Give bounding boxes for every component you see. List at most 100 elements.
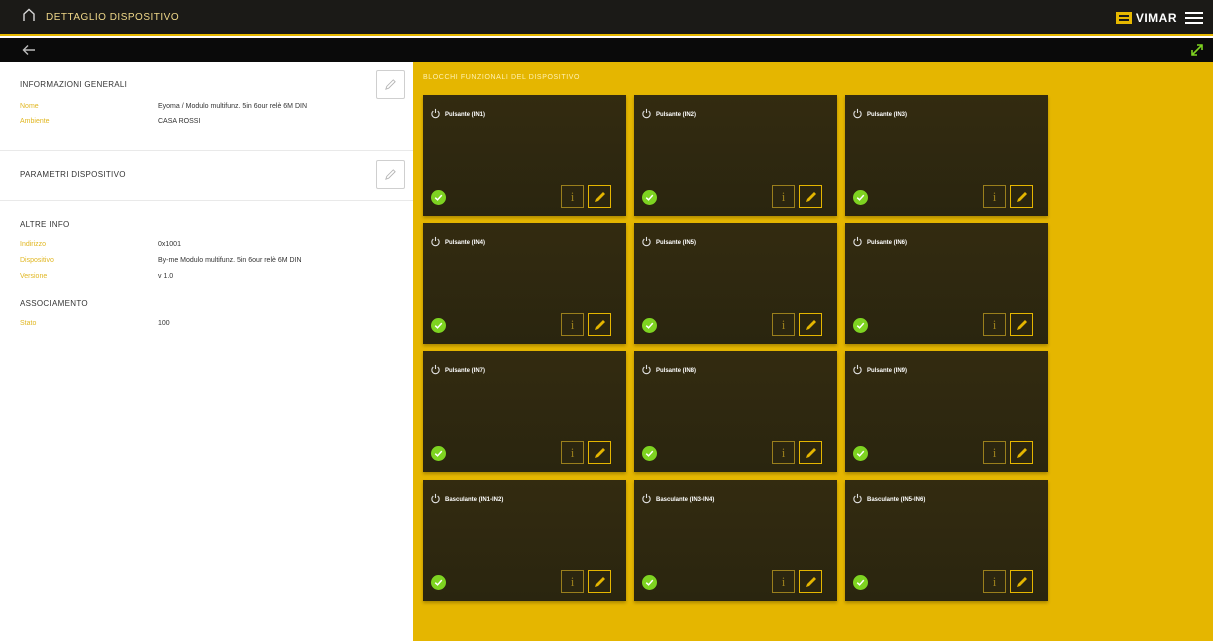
power-icon bbox=[641, 234, 652, 252]
general-info-section: INFORMAZIONI GENERALI Nome Eyoma / Modul… bbox=[0, 70, 413, 125]
pencil-icon bbox=[1016, 191, 1027, 202]
status-ok-icon bbox=[431, 575, 446, 590]
function-block-tile[interactable]: Pulsante (IN5) i bbox=[634, 223, 837, 344]
function-block-name: Pulsante (IN2) bbox=[656, 112, 697, 118]
status-ok-icon bbox=[853, 575, 868, 590]
function-block-name: Basculante (IN3-IN4) bbox=[656, 497, 715, 503]
info-icon: i bbox=[781, 574, 786, 589]
edit-block-button[interactable] bbox=[1010, 570, 1033, 593]
edit-block-button[interactable] bbox=[1010, 185, 1033, 208]
edit-parameters-button[interactable] bbox=[376, 160, 405, 189]
pencil-icon bbox=[805, 191, 816, 202]
device-parameters-title: PARAMETRI DISPOSITIVO bbox=[20, 170, 126, 179]
divider bbox=[0, 150, 413, 151]
power-icon bbox=[852, 491, 863, 509]
info-row: Versione v 1.0 bbox=[20, 273, 174, 280]
status-ok-icon bbox=[853, 190, 868, 205]
signal-title: ASSOCIAMENTO bbox=[20, 299, 88, 308]
info-icon: i bbox=[781, 317, 786, 332]
function-block-tile[interactable]: Pulsante (IN4) i bbox=[423, 223, 626, 344]
function-block-tile[interactable]: Pulsante (IN6) i bbox=[845, 223, 1048, 344]
edit-block-button[interactable] bbox=[588, 570, 611, 593]
pencil-icon bbox=[594, 447, 605, 458]
info-button[interactable]: i bbox=[561, 570, 584, 593]
info-button[interactable]: i bbox=[983, 185, 1006, 208]
info-icon: i bbox=[992, 189, 997, 204]
function-block-tile[interactable]: Pulsante (IN3) i bbox=[845, 95, 1048, 216]
divider bbox=[0, 200, 413, 201]
info-row: Nome Eyoma / Modulo multifunz. 5in 6our … bbox=[20, 103, 308, 110]
edit-block-button[interactable] bbox=[799, 570, 822, 593]
function-block-tile[interactable]: Basculante (IN5-IN6) i bbox=[845, 480, 1048, 601]
info-button[interactable]: i bbox=[561, 313, 584, 336]
power-icon bbox=[641, 491, 652, 509]
info-icon: i bbox=[992, 574, 997, 589]
status-ok-icon bbox=[431, 190, 446, 205]
vimar-logo-icon bbox=[1115, 12, 1132, 24]
power-icon bbox=[430, 362, 441, 380]
function-block-name: Basculante (IN5-IN6) bbox=[867, 497, 926, 503]
pencil-icon bbox=[805, 447, 816, 458]
function-block-name: Pulsante (IN3) bbox=[867, 112, 908, 118]
pencil-icon bbox=[1016, 319, 1027, 330]
device-parameters-section: PARAMETRI DISPOSITIVO bbox=[0, 160, 413, 189]
info-button[interactable]: i bbox=[983, 313, 1006, 336]
pencil-icon bbox=[805, 576, 816, 587]
function-block-tile[interactable]: Pulsante (IN8) i bbox=[634, 351, 837, 472]
info-button[interactable]: i bbox=[772, 441, 795, 464]
function-block-name: Pulsante (IN9) bbox=[867, 368, 908, 374]
edit-general-info-button[interactable] bbox=[376, 70, 405, 99]
power-icon bbox=[430, 491, 441, 509]
power-icon bbox=[641, 106, 652, 124]
edit-block-button[interactable] bbox=[588, 313, 611, 336]
edit-block-button[interactable] bbox=[1010, 313, 1033, 336]
info-button[interactable]: i bbox=[561, 441, 584, 464]
status-ok-icon bbox=[431, 318, 446, 333]
info-button[interactable]: i bbox=[772, 185, 795, 208]
function-block-tile[interactable]: Pulsante (IN1) i bbox=[423, 95, 626, 216]
function-block-tile[interactable]: Basculante (IN1-IN2) i bbox=[423, 480, 626, 601]
status-ok-icon bbox=[642, 190, 657, 205]
edit-block-button[interactable] bbox=[799, 441, 822, 464]
info-button[interactable]: i bbox=[772, 313, 795, 336]
function-block-name: Basculante (IN1-IN2) bbox=[445, 497, 504, 503]
edit-block-button[interactable] bbox=[1010, 441, 1033, 464]
function-block-tile[interactable]: Pulsante (IN2) i bbox=[634, 95, 837, 216]
status-ok-icon bbox=[431, 446, 446, 461]
function-block-name: Pulsante (IN5) bbox=[656, 240, 697, 246]
function-block-tile[interactable]: Basculante (IN3-IN4) i bbox=[634, 480, 837, 601]
info-icon: i bbox=[570, 445, 575, 460]
status-ok-icon bbox=[853, 318, 868, 333]
function-blocks-title: BLOCCHI FUNZIONALI DEL DISPOSITIVO bbox=[423, 74, 581, 81]
info-button[interactable]: i bbox=[561, 185, 584, 208]
function-block-name: Pulsante (IN8) bbox=[656, 368, 697, 374]
info-button[interactable]: i bbox=[772, 570, 795, 593]
edit-block-button[interactable] bbox=[799, 185, 822, 208]
info-button[interactable]: i bbox=[983, 441, 1006, 464]
power-icon bbox=[430, 234, 441, 252]
function-blocks-panel: BLOCCHI FUNZIONALI DEL DISPOSITIVO Pulsa… bbox=[413, 62, 1213, 641]
function-block-tile[interactable]: Pulsante (IN7) i bbox=[423, 351, 626, 472]
edit-block-button[interactable] bbox=[588, 441, 611, 464]
pencil-icon bbox=[594, 191, 605, 202]
info-row: Ambiente CASA ROSSI bbox=[20, 118, 201, 125]
function-block-name: Pulsante (IN6) bbox=[867, 240, 908, 246]
pencil-icon bbox=[594, 319, 605, 330]
edit-block-button[interactable] bbox=[799, 313, 822, 336]
sub-toolbar bbox=[0, 38, 1213, 62]
pencil-icon bbox=[1016, 447, 1027, 458]
info-icon: i bbox=[570, 317, 575, 332]
info-icon: i bbox=[570, 189, 575, 204]
edit-block-button[interactable] bbox=[588, 185, 611, 208]
info-button[interactable]: i bbox=[983, 570, 1006, 593]
pencil-icon bbox=[1016, 576, 1027, 587]
pencil-icon bbox=[385, 169, 396, 180]
info-icon: i bbox=[992, 317, 997, 332]
general-info-title: INFORMAZIONI GENERALI bbox=[20, 80, 128, 89]
function-block-tile[interactable]: Pulsante (IN9) i bbox=[845, 351, 1048, 472]
status-ok-icon bbox=[853, 446, 868, 461]
info-row: Dispositivo By-me Modulo multifunz. 5in … bbox=[20, 257, 302, 264]
function-block-name: Pulsante (IN4) bbox=[445, 240, 486, 246]
info-row: Stato 100 bbox=[20, 320, 170, 327]
home-icon[interactable] bbox=[0, 8, 36, 27]
